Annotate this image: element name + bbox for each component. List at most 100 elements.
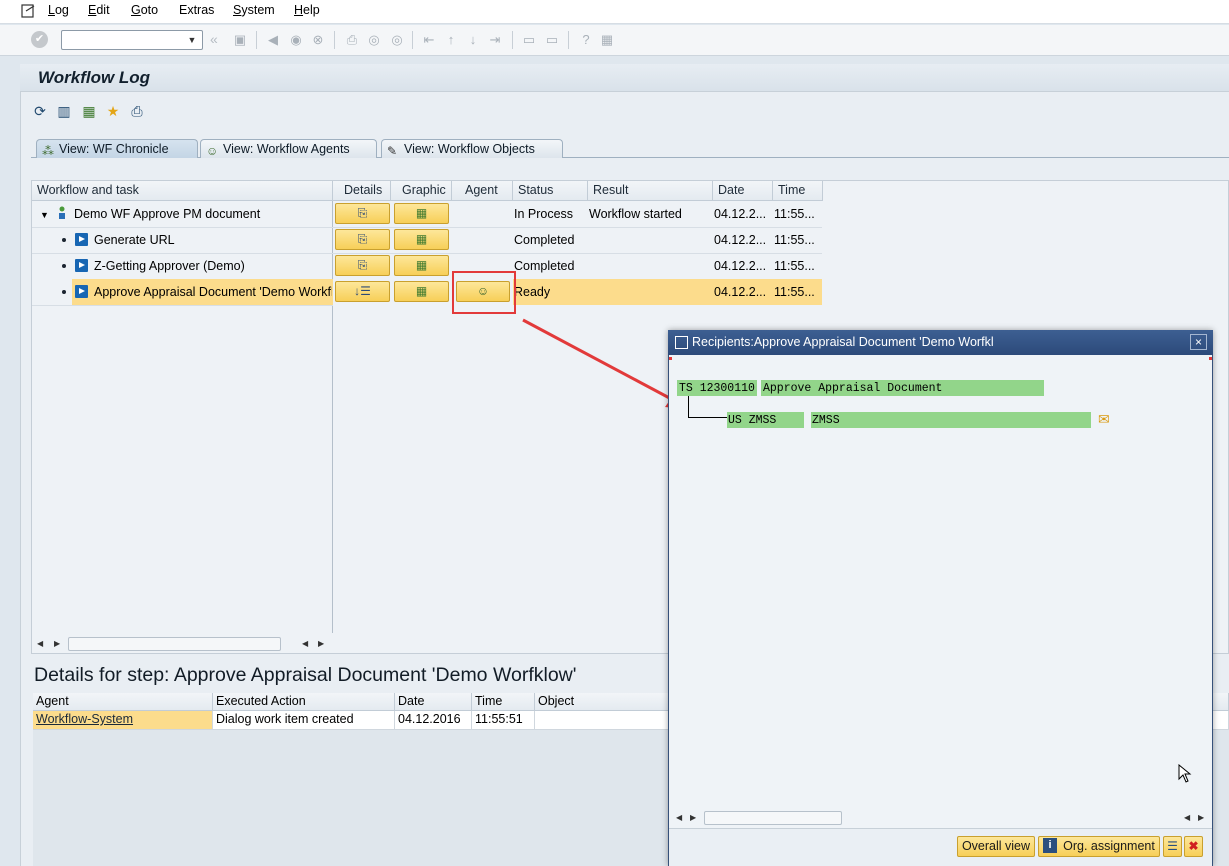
details-button[interactable]: ⎘ [335,255,390,276]
user-detail-icon[interactable]: ✉ [1098,411,1110,428]
agent-link[interactable]: Workflow-System [33,711,213,730]
popup-scroll-left-icon[interactable]: ◀ [1184,813,1190,822]
executed-action: Dialog work item created [213,711,395,730]
header-status[interactable]: Status [513,181,588,201]
graphic-icon[interactable]: ▦ [80,102,98,120]
header-workflow-task[interactable]: Workflow and task [32,181,333,201]
agent-highlight-box [452,271,516,314]
cancel-popup-icon[interactable]: ✖ [1184,836,1203,857]
new-session-icon[interactable]: ▭ [520,31,538,49]
header-result[interactable]: Result [588,181,713,201]
date-text: 04.12.2... [714,207,767,221]
exit-icon[interactable]: ◉ [287,31,305,49]
enter-check-icon[interactable]: ✔ [31,31,48,48]
task-node-code[interactable]: TS 12300110 [679,381,755,396]
graphic-button[interactable]: ▦ [394,255,449,276]
corner-mark [669,357,672,360]
scroll-right-icon[interactable]: ▶ [318,639,324,648]
header-graphic[interactable]: Graphic [391,181,452,201]
user-node-text[interactable]: ZMSS [812,413,840,428]
time-text: 11:55... [774,285,815,299]
tab-workflow-objects[interactable]: ✎ View: Workflow Objects [381,139,563,158]
overall-view-button[interactable]: Overall view [957,836,1035,857]
details-time: 11:55:51 [472,711,535,730]
popup-scroll-right-icon[interactable]: ▶ [690,813,696,822]
shortcut-icon[interactable]: ▭ [543,31,561,49]
scroll-left-icon[interactable]: ◀ [302,639,308,648]
previous-page-icon[interactable]: ↑ [442,31,460,49]
menu-exit-icon[interactable] [20,3,36,19]
task-node-text[interactable]: Approve Appraisal Document [763,381,942,396]
details-button[interactable]: ⎘ [335,203,390,224]
time-text: 11:55... [774,207,815,221]
details-header-time[interactable]: Time [472,693,535,711]
recipients-popup [668,330,1213,866]
popup-scroll-left-icon[interactable]: ◀ [676,813,682,822]
mouse-cursor-icon [1178,764,1192,783]
details-button[interactable]: ⎘ [335,229,390,250]
popup-scroll-right-icon[interactable]: ▶ [1198,813,1204,822]
task-name[interactable]: Generate URL [94,227,332,253]
org-assignment-button[interactable]: i Org. assignment [1038,836,1160,857]
last-page-icon[interactable]: ⇥ [486,31,504,49]
chronicle-icon: ⁂ [42,144,54,158]
task-name[interactable]: Approve Appraisal Document 'Demo Workflo… [94,279,332,305]
menu-edit[interactable]: Edit [88,3,110,17]
menu-help[interactable]: Help [294,3,320,17]
tree-bullet [62,238,66,242]
command-dropdown-icon[interactable]: ▼ [185,33,199,47]
print-icon[interactable]: ⎙ [343,31,361,49]
details-header-action[interactable]: Executed Action [213,693,395,711]
save-icon[interactable]: ▣ [231,31,249,49]
favorite-star-icon[interactable]: ★ [104,102,122,120]
tree-bullet [62,290,66,294]
header-date[interactable]: Date [713,181,773,201]
horizontal-scrollbar[interactable] [68,637,281,651]
back-arrows-icon[interactable]: « [210,31,218,47]
task-name[interactable]: Demo WF Approve PM document [74,201,332,227]
find-icon[interactable]: ◎ [365,31,383,49]
find-next-icon[interactable]: ◎ [388,31,406,49]
graphic-button[interactable]: ▦ [394,281,449,302]
page-title: Workflow Log [38,68,151,87]
details-header-agent[interactable]: Agent [33,693,213,711]
command-field[interactable] [61,30,203,50]
refresh-icon[interactable]: ⟳ [31,102,49,120]
next-page-icon[interactable]: ↓ [464,31,482,49]
task-icon [75,233,88,246]
time-text: 11:55... [774,259,815,273]
header-agent[interactable]: Agent [452,181,513,201]
menu-goto[interactable]: Goto [131,3,158,17]
popup-horizontal-scrollbar[interactable] [704,811,842,825]
header-time[interactable]: Time [773,181,823,201]
menu-log[interactable]: Log [48,3,69,17]
tree-connector [688,417,728,418]
details-list-button[interactable]: ↓☰ [335,281,390,302]
header-details[interactable]: Details [333,181,391,201]
toolbar-separator [568,31,569,49]
user-node-code[interactable]: US ZMSS [728,413,776,428]
back-icon[interactable]: ◀ [264,31,282,49]
tab-workflow-agents[interactable]: ☺ View: Workflow Agents [200,139,377,158]
menu-system[interactable]: System [233,3,275,17]
info-icon: i [1043,838,1057,853]
status-text: Completed [514,233,575,247]
task-name[interactable]: Z-Getting Approver (Demo) [94,253,332,279]
columns-icon[interactable]: ▥ [55,102,73,120]
graphic-button[interactable]: ▦ [394,203,449,224]
popup-close-button[interactable]: × [1190,334,1207,350]
scroll-left-icon[interactable]: ◀ [37,639,43,648]
tab-wf-chronicle[interactable]: ⁂ View: WF Chronicle [36,139,198,158]
layout-menu-icon[interactable]: ▦ [598,31,616,49]
cancel-icon[interactable]: ⊗ [309,31,327,49]
tree-expand-icon[interactable]: ▼ [40,210,49,220]
corner-mark [1209,357,1212,360]
print-list-icon[interactable]: ⎙ [128,102,146,120]
help-icon[interactable]: ? [577,31,595,49]
scroll-right-icon[interactable]: ▶ [54,639,60,648]
first-page-icon[interactable]: ⇤ [420,31,438,49]
list-settings-icon[interactable]: ☰ [1163,836,1182,857]
details-header-date[interactable]: Date [395,693,472,711]
graphic-button[interactable]: ▦ [394,229,449,250]
menu-extras[interactable]: Extras [179,3,214,17]
